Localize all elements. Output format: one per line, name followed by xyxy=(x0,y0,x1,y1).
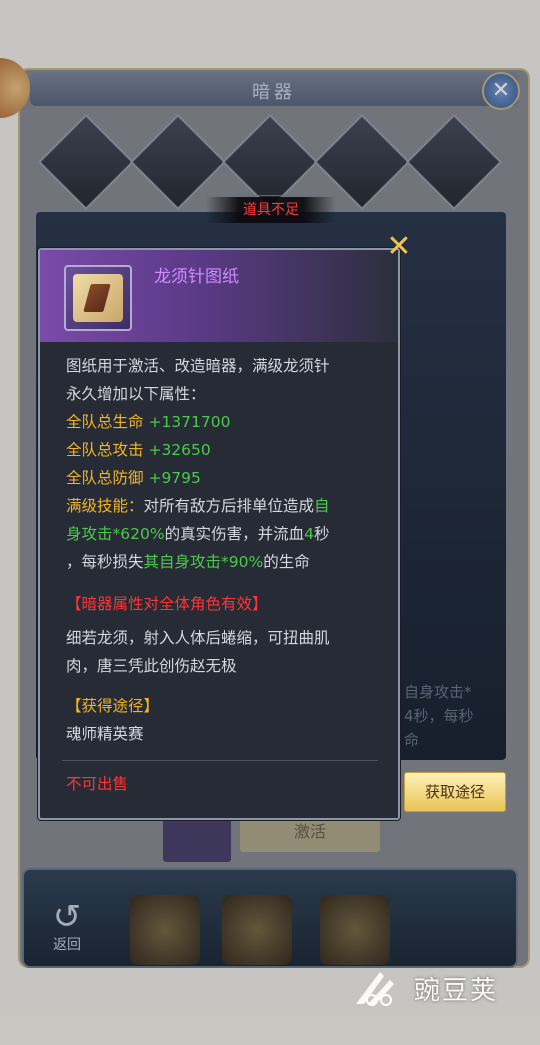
stat-label: 全队总生命 xyxy=(66,413,144,431)
toast-divider xyxy=(206,195,336,196)
stat-value: +1371700 xyxy=(148,413,231,431)
skill-text: 对所有敌方后排单位造成 xyxy=(143,497,315,515)
stat-hp: 全队总生命 +1371700 xyxy=(66,408,330,436)
skill-highlight: 4 xyxy=(304,525,314,543)
divider xyxy=(62,760,378,761)
close-icon[interactable]: ✕ xyxy=(384,232,414,262)
lore-line: 肉，唐三凭此创伤赵无极 xyxy=(66,657,237,675)
skill-line-1: 满级技能：对所有敌方后排单位造成自 xyxy=(66,492,330,520)
item-detail-modal: 龙须针图纸 图纸用于激活、改造暗器，满级龙须针 永久增加以下属性： 全队总生命 … xyxy=(38,248,400,820)
sell-status: 不可出售 xyxy=(66,775,129,793)
item-name: 龙须针图纸 xyxy=(154,267,239,287)
item-lore: 细若龙须，射入人体后蜷缩，可扭曲肌 肉，唐三凭此创伤赵无极 xyxy=(66,624,330,680)
source-value: 魂师精英赛 xyxy=(66,725,144,743)
item-icon xyxy=(64,265,132,331)
skill-highlight: 自 xyxy=(314,497,330,515)
watermark-text: 豌豆荚 xyxy=(414,976,499,1006)
watermark-logo-icon xyxy=(356,972,394,1006)
skill-text: ，每秒损失 xyxy=(66,553,144,571)
stat-value: +32650 xyxy=(148,441,211,459)
skill-highlight: 其自身攻击*90% xyxy=(143,553,264,571)
get-path-button[interactable]: 获取途径 xyxy=(404,772,506,812)
stat-label: 全队总防御 xyxy=(66,469,144,487)
item-header: 龙须针图纸 xyxy=(40,250,398,342)
skill-line-2: 身攻击*620%的真实伤害，并流血4秒 xyxy=(66,520,330,548)
skill-text: 秒 xyxy=(313,525,330,543)
skill-line-3: ，每秒损失其自身攻击*90%的生命 xyxy=(66,548,330,576)
stat-value: +9795 xyxy=(148,469,201,487)
item-description: 图纸用于激活、改造暗器，满级龙须针 永久增加以下属性： 全队总生命 +13717… xyxy=(66,352,330,576)
skill-highlight: 身攻击*620% xyxy=(66,525,165,543)
lore-line: 细若龙须，射入人体后蜷缩，可扭曲肌 xyxy=(66,629,330,647)
blueprint-scroll-icon xyxy=(73,274,123,322)
skill-text: 的真实伤害，并流血 xyxy=(164,525,305,543)
effect-note: 【暗器属性对全体角色有效】 xyxy=(66,595,268,613)
skill-label: 满级技能： xyxy=(66,497,144,515)
insufficient-item-toast: 道具不足 xyxy=(206,197,336,223)
stat-label: 全队总攻击 xyxy=(66,441,144,459)
source-heading: 【获得途径】 xyxy=(66,697,160,715)
stat-defense: 全队总防御 +9795 xyxy=(66,464,330,492)
desc-line: 图纸用于激活、改造暗器，满级龙须针 xyxy=(66,357,330,375)
stat-attack: 全队总攻击 +32650 xyxy=(66,436,330,464)
watermark: 豌豆荚 xyxy=(350,966,520,1010)
skill-text: 的生命 xyxy=(263,553,310,571)
desc-line: 永久增加以下属性： xyxy=(66,385,206,403)
